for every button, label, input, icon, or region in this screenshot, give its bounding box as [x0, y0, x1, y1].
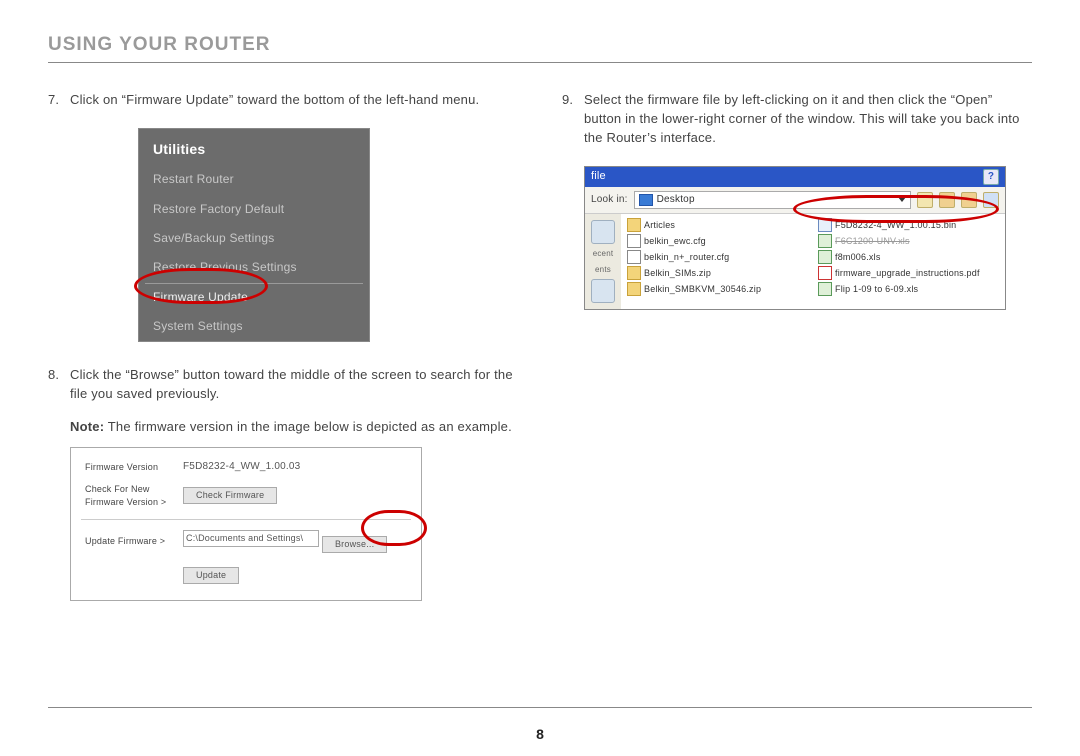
update-firmware-label: Update Firmware >	[81, 526, 179, 557]
file-icon	[627, 250, 641, 264]
step-number: 8.	[48, 366, 70, 404]
annotation-circle-browse	[361, 510, 427, 546]
file-item[interactable]: Articles	[627, 218, 808, 232]
step-7: 7. Click on “Firmware Update” toward the…	[48, 91, 518, 110]
file-list: Articles belkin_ewc.cfg belkin_n+_router…	[621, 214, 1005, 309]
step-text: Click the “Browse” button toward the mid…	[70, 366, 518, 404]
page-number: 8	[0, 726, 1080, 742]
check-new-label: Check For New Firmware Version >	[81, 479, 179, 513]
open-dialog-screenshot: file ? Look in: Desktop	[584, 166, 1032, 311]
firmware-version-label: Firmware Version	[81, 456, 179, 479]
utilities-heading: Utilities	[139, 129, 369, 165]
divider-top	[48, 62, 1032, 63]
xls-icon	[818, 282, 832, 296]
zip-icon	[627, 282, 641, 296]
zip-icon	[627, 266, 641, 280]
step-number: 9.	[562, 91, 584, 148]
file-item[interactable]: firmware_upgrade_instructions.pdf	[818, 266, 999, 280]
firmware-version-value: F5D8232-4_WW_1.00.03	[179, 456, 411, 479]
xls-icon	[818, 234, 832, 248]
content-columns: 7. Click on “Firmware Update” toward the…	[48, 91, 1032, 601]
file-column-left: Articles belkin_ewc.cfg belkin_n+_router…	[627, 218, 808, 301]
annotation-circle-bin-file	[793, 195, 999, 223]
divider-bottom	[48, 707, 1032, 708]
file-icon	[627, 234, 641, 248]
menu-item-save-backup[interactable]: Save/Backup Settings	[139, 224, 369, 253]
file-item[interactable]: Belkin_SMBKVM_30546.zip	[627, 282, 808, 296]
menu-item-system-settings[interactable]: System Settings	[139, 312, 369, 341]
lookin-label: Look in:	[591, 193, 628, 208]
page-title: USING YOUR ROUTER	[48, 34, 1032, 56]
file-column-right: F5D8232-4_WW_1.00.15.bin F6C1200-UNV.xls…	[818, 218, 999, 301]
pdf-icon	[818, 266, 832, 280]
dialog-title: file	[591, 169, 606, 185]
file-item[interactable]: Belkin_SIMs.zip	[627, 266, 808, 280]
xls-icon	[818, 250, 832, 264]
place-label: ents	[595, 264, 611, 276]
note-text: The firmware version in the image below …	[104, 419, 512, 434]
firmware-update-screenshot: Firmware Version F5D8232-4_WW_1.00.03 Ch…	[70, 447, 422, 601]
file-item[interactable]: belkin_ewc.cfg	[627, 234, 808, 248]
note-label: Note:	[70, 419, 104, 434]
file-item[interactable]: belkin_n+_router.cfg	[627, 250, 808, 264]
step-9: 9. Select the firmware file by left-clic…	[562, 91, 1032, 148]
step-text: Click on “Firmware Update” toward the bo…	[70, 91, 518, 110]
desktop-icon	[639, 194, 653, 206]
check-firmware-button[interactable]: Check Firmware	[183, 487, 277, 504]
firmware-path-input[interactable]: C:\Documents and Settings\	[183, 530, 319, 547]
left-column: 7. Click on “Firmware Update” toward the…	[48, 91, 518, 601]
annotation-circle-firmware	[134, 268, 268, 304]
places-bar: ecent ents	[585, 214, 621, 309]
file-item[interactable]: f8m006.xls	[818, 250, 999, 264]
lookin-value: Desktop	[657, 193, 695, 208]
folder-icon	[627, 218, 641, 232]
utilities-menu-screenshot: Utilities Restart Router Restore Factory…	[48, 128, 518, 343]
file-item[interactable]: Flip 1-09 to 6-09.xls	[818, 282, 999, 296]
place-icon[interactable]	[591, 279, 615, 303]
document-page: USING YOUR ROUTER 7. Click on “Firmware …	[0, 0, 1080, 756]
dialog-titlebar: file ?	[585, 167, 1005, 187]
open-dialog: file ? Look in: Desktop	[584, 166, 1006, 311]
file-item[interactable]: F6C1200-UNV.xls	[818, 234, 999, 248]
dialog-body: ecent ents Articles belkin_ewc.cfg belki…	[585, 214, 1005, 309]
menu-item-restore-factory[interactable]: Restore Factory Default	[139, 195, 369, 224]
step-number: 7.	[48, 91, 70, 110]
step-8: 8. Click the “Browse” button toward the …	[48, 366, 518, 404]
place-icon[interactable]	[591, 220, 615, 244]
update-button[interactable]: Update	[183, 567, 239, 584]
menu-item-restart[interactable]: Restart Router	[139, 165, 369, 194]
right-column: 9. Select the firmware file by left-clic…	[562, 91, 1032, 601]
step-8-note: Note: The firmware version in the image …	[70, 418, 518, 437]
utilities-menu: Utilities Restart Router Restore Factory…	[138, 128, 370, 343]
help-icon[interactable]: ?	[983, 169, 999, 185]
step-text: Select the firmware file by left-clickin…	[584, 91, 1032, 148]
place-label: ecent	[593, 248, 614, 260]
